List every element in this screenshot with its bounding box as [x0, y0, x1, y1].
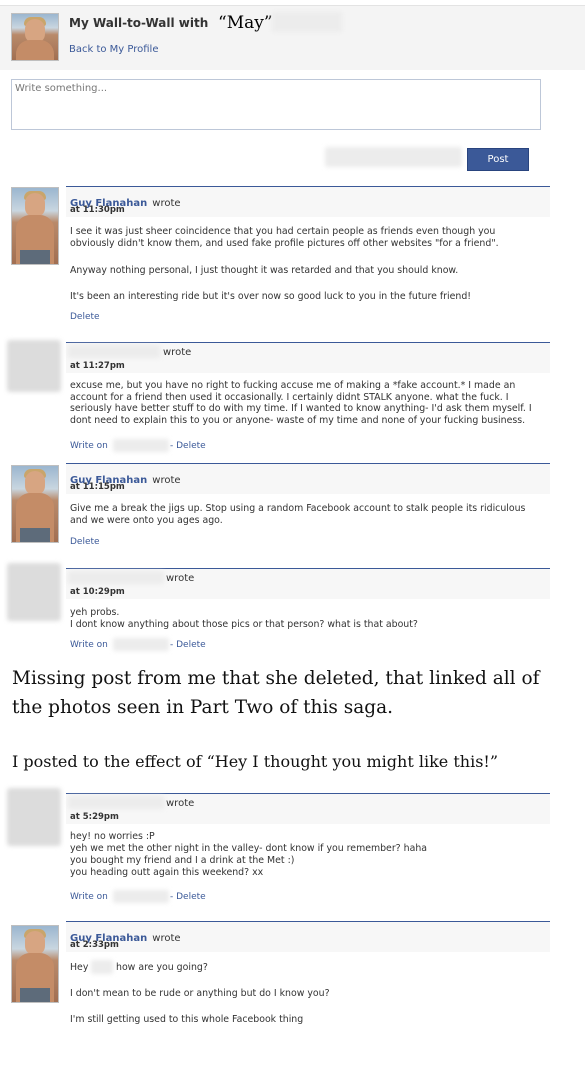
page-title-name: “May”	[218, 13, 273, 33]
redacted-name	[272, 12, 342, 32]
delete-link[interactable]: Delete	[70, 312, 100, 322]
wall-post: wrote at 10:29pm yeh probs. I dont know …	[66, 568, 550, 653]
post-text: I see it was just sheer coincidence that…	[70, 226, 499, 249]
post-text: hey! no worries :P	[70, 831, 155, 842]
post-text: you bought my friend and I a drink at th…	[70, 855, 295, 866]
annotation-missing-line2: the photos seen in Part Two of this saga…	[12, 697, 394, 718]
wrote-label: wrote	[152, 933, 181, 944]
post-time: at 11:27pm	[70, 361, 125, 371]
delete-link[interactable]: - Delete	[170, 441, 206, 451]
author-avatar[interactable]	[11, 187, 59, 265]
redacted-author	[68, 345, 160, 358]
post-button[interactable]: Post	[467, 148, 529, 171]
wrote-label: wrote	[166, 798, 195, 809]
wall-post: wrote at 5:29pm hey! no worries :P yeh w…	[66, 793, 550, 906]
post-time: at 10:29pm	[70, 587, 125, 597]
wrote-label: wrote	[152, 198, 181, 209]
wall-post: Guy Flanahan wrote at 2:33pm Hey how are…	[66, 921, 550, 1041]
page-title: My Wall-to-Wall with	[69, 16, 209, 30]
post-text: I don't mean to be rude or anything but …	[70, 988, 330, 999]
redacted-avatar	[7, 788, 61, 846]
wall-post: Guy Flanahan wrote at 11:30pm I see it w…	[66, 186, 550, 326]
wrote-label: wrote	[163, 347, 192, 358]
author-avatar[interactable]	[11, 465, 59, 543]
redacted-name	[91, 960, 113, 974]
write-on-link[interactable]: Write on	[70, 441, 108, 451]
post-text: I'm still getting used to this whole Fac…	[70, 1014, 304, 1025]
delete-link[interactable]: - Delete	[170, 892, 206, 902]
post-text: I dont know anything about those pics or…	[70, 619, 418, 630]
redacted-name	[113, 638, 169, 651]
delete-link[interactable]: - Delete	[170, 640, 206, 650]
wall-post: wrote at 11:27pm excuse me, but you have…	[66, 342, 550, 457]
post-text: how are you going?	[116, 962, 208, 973]
redacted-author	[68, 571, 164, 584]
wrote-label: wrote	[152, 475, 181, 486]
post-time: at 5:29pm	[70, 812, 119, 822]
post-time: at 11:15pm	[70, 482, 125, 492]
back-to-profile-link[interactable]: Back to My Profile	[69, 44, 159, 55]
redacted-name	[113, 439, 169, 452]
wall-post: Guy Flanahan wrote at 11:15pm Give me a …	[66, 463, 550, 553]
redacted-avatar	[7, 340, 61, 392]
post-text: yeh probs.	[70, 607, 120, 618]
write-on-link[interactable]: Write on	[70, 640, 108, 650]
post-time: at 2:33pm	[70, 940, 119, 950]
write-on-link[interactable]: Write on	[70, 892, 108, 902]
annotation-missing-line1: Missing post from me that she deleted, t…	[12, 668, 540, 689]
post-text: excuse me, but you have no right to fuck…	[70, 380, 532, 426]
post-time: at 11:30pm	[70, 205, 125, 215]
post-text: It's been an interesting ride but it's o…	[70, 291, 472, 302]
post-text: Anyway nothing personal, I just thought …	[70, 265, 459, 276]
redacted-author	[68, 796, 164, 809]
redacted-name	[113, 890, 169, 903]
profile-avatar[interactable]	[11, 13, 59, 61]
post-text: you heading outt again this weekend? xx	[70, 867, 264, 878]
redacted-avatar	[7, 563, 61, 621]
redacted-select	[325, 147, 462, 167]
author-avatar[interactable]	[11, 925, 59, 1003]
wrote-label: wrote	[166, 573, 195, 584]
annotation-posted: I posted to the effect of “Hey I thought…	[12, 752, 499, 771]
write-something-input[interactable]	[11, 79, 541, 130]
delete-link[interactable]: Delete	[70, 537, 100, 547]
post-text: Give me a break the jigs up. Stop using …	[70, 503, 526, 526]
post-text: yeh we met the other night in the valley…	[70, 843, 428, 854]
